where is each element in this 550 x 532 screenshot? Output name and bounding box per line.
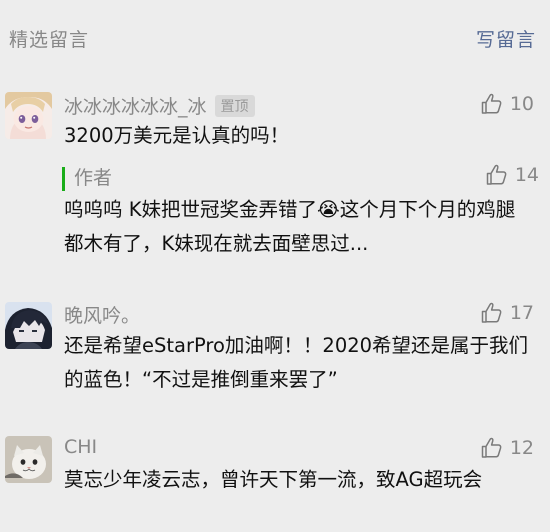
comments-header: 精选留言 写留言 [0, 0, 550, 74]
avatar[interactable] [5, 436, 52, 483]
write-comment-link[interactable]: 写留言 [476, 25, 536, 52]
pinned-badge: 置顶 [214, 95, 255, 117]
thumbs-up-icon [480, 301, 504, 325]
like-count: 14 [514, 164, 539, 186]
thumbs-up-icon [485, 163, 509, 187]
comment-text: 3200万美元是认真的吗！ [64, 124, 290, 147]
comment-nickname: 晚风吟。 [64, 305, 141, 327]
comment-nickname: CHI [64, 436, 98, 458]
like-count: 17 [509, 302, 534, 324]
thumbs-up-icon [480, 436, 504, 460]
comment-nickname: 冰冰冰冰冰冰_冰 置顶 [64, 92, 255, 119]
comment-text: 还是希望eStarPro加油啊！！2020希望还是属于我们的蓝色！“不过是推倒重… [64, 334, 529, 391]
reply-text: 呜呜呜 K妹把世冠奖金弄错了😭这个月下个月的鸡腿都木有了，K妹现在就去面壁思过.… [64, 198, 516, 255]
like-button[interactable]: 10 [480, 92, 534, 116]
thumbs-up-icon [480, 92, 504, 116]
like-count: 12 [509, 437, 534, 459]
author-reply-bar [62, 167, 65, 191]
author-label: 作者 [74, 167, 113, 189]
section-title: 精选留言 [9, 29, 90, 51]
like-count: 10 [509, 93, 534, 115]
reply-like-button[interactable]: 14 [485, 163, 539, 187]
comment-text: 莫忘少年凌云志，曾许天下第一流，致AG超玩会 [64, 468, 483, 491]
avatar[interactable] [5, 92, 52, 139]
like-button[interactable]: 17 [480, 301, 534, 325]
nickname-text: 冰冰冰冰冰冰_冰 [64, 96, 207, 118]
like-button[interactable]: 12 [480, 436, 534, 460]
avatar[interactable] [5, 302, 52, 349]
